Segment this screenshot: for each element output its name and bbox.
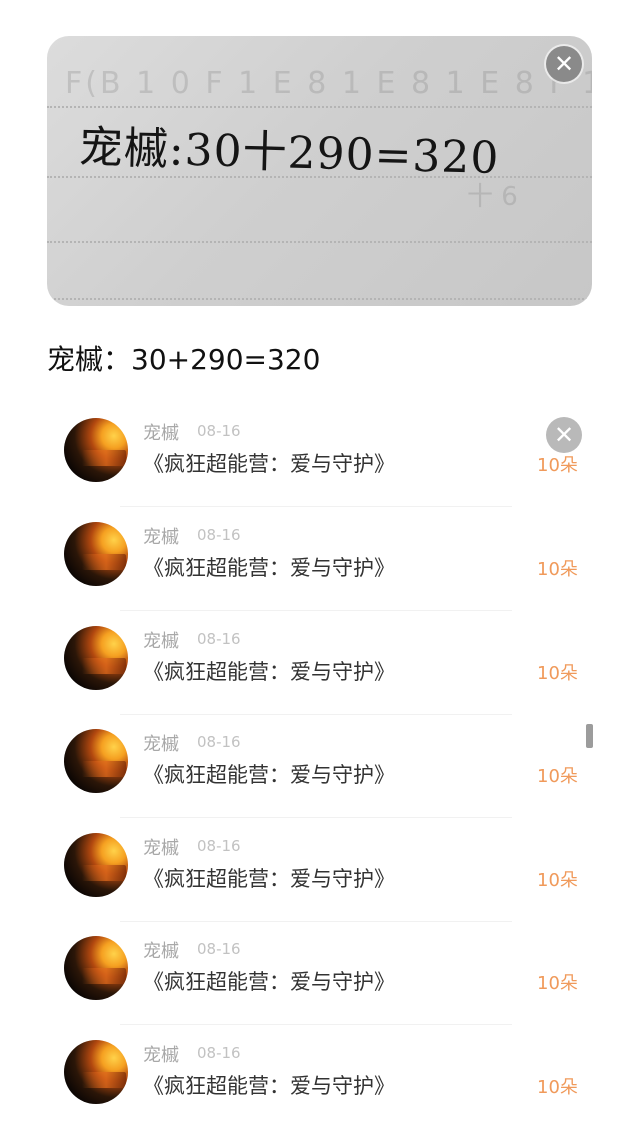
gift-amount: 10朵 bbox=[537, 973, 578, 994]
show-through-text: F(B 1 0 F 1 E 8 1 E 8 1 E 8 F 1 bbox=[65, 66, 592, 101]
close-icon[interactable]: ✕ bbox=[546, 46, 582, 82]
gift-amount: 10朵 bbox=[537, 455, 578, 476]
user-name: 宠槭 bbox=[143, 734, 179, 755]
paper-rule-line bbox=[47, 298, 592, 300]
book-title: 《疯狂超能营：爱与守护》 bbox=[143, 763, 395, 787]
gift-amount: 10朵 bbox=[537, 663, 578, 684]
avatar[interactable] bbox=[64, 522, 128, 586]
item-date: 08-16 bbox=[197, 1044, 241, 1062]
book-title: 《疯狂超能营：爱与守护》 bbox=[143, 452, 395, 476]
item-date: 08-16 bbox=[197, 940, 241, 958]
book-title: 《疯狂超能营：爱与守护》 bbox=[143, 660, 395, 684]
user-name: 宠槭 bbox=[143, 838, 179, 859]
paper-rule-line bbox=[47, 241, 592, 243]
user-name: 宠槭 bbox=[143, 423, 179, 444]
list-item[interactable]: 宠槭 08-16 《疯狂超能营：爱与守护》 10朵 bbox=[0, 1025, 640, 1129]
paper-rule-line bbox=[47, 106, 592, 108]
list-item[interactable]: 宠槭 08-16 《疯狂超能营：爱与守护》 10朵 bbox=[0, 818, 640, 922]
list-item[interactable]: 宠槭 08-16 《疯狂超能营：爱与守护》 10朵 bbox=[0, 611, 640, 715]
item-date: 08-16 bbox=[197, 837, 241, 855]
user-name: 宠槭 bbox=[143, 527, 179, 548]
item-date: 08-16 bbox=[197, 630, 241, 648]
scrollbar[interactable] bbox=[586, 724, 593, 748]
list-item[interactable]: 宠槭 08-16 《疯狂超能营：爱与守护》 10朵 bbox=[0, 507, 640, 611]
gift-amount: 10朵 bbox=[537, 1077, 578, 1098]
user-name: 宠槭 bbox=[143, 941, 179, 962]
list-item[interactable]: 宠槭 08-16 《疯狂超能营：爱与守护》 10朵 bbox=[0, 403, 640, 507]
item-date: 08-16 bbox=[197, 733, 241, 751]
handwritten-answer: 宠槭:30十290=320 bbox=[78, 122, 501, 185]
avatar[interactable] bbox=[64, 833, 128, 897]
user-name: 宠槭 bbox=[143, 631, 179, 652]
avatar[interactable] bbox=[64, 418, 128, 482]
handwritten-photo: F(B 1 0 F 1 E 8 1 E 8 1 E 8 F 1 十 6 宠槭:3… bbox=[47, 36, 592, 306]
item-date: 08-16 bbox=[197, 526, 241, 544]
gift-amount: 10朵 bbox=[537, 766, 578, 787]
item-date: 08-16 bbox=[197, 422, 241, 440]
book-title: 《疯狂超能营：爱与守护》 bbox=[143, 1074, 395, 1098]
avatar[interactable] bbox=[64, 936, 128, 1000]
book-title: 《疯狂超能营：爱与守护》 bbox=[143, 970, 395, 994]
answer-caption: 宠槭：30+290=320 bbox=[47, 343, 321, 376]
book-title: 《疯狂超能营：爱与守护》 bbox=[143, 556, 395, 580]
gift-amount: 10朵 bbox=[537, 559, 578, 580]
avatar[interactable] bbox=[64, 729, 128, 793]
gift-amount: 10朵 bbox=[537, 870, 578, 891]
list-item[interactable]: 宠槭 08-16 《疯狂超能营：爱与守护》 10朵 bbox=[0, 714, 640, 818]
list-item[interactable]: 宠槭 08-16 《疯狂超能营：爱与守护》 10朵 bbox=[0, 921, 640, 1025]
user-name: 宠槭 bbox=[143, 1045, 179, 1066]
book-title: 《疯狂超能营：爱与守护》 bbox=[143, 867, 395, 891]
avatar[interactable] bbox=[64, 1040, 128, 1104]
avatar[interactable] bbox=[64, 626, 128, 690]
